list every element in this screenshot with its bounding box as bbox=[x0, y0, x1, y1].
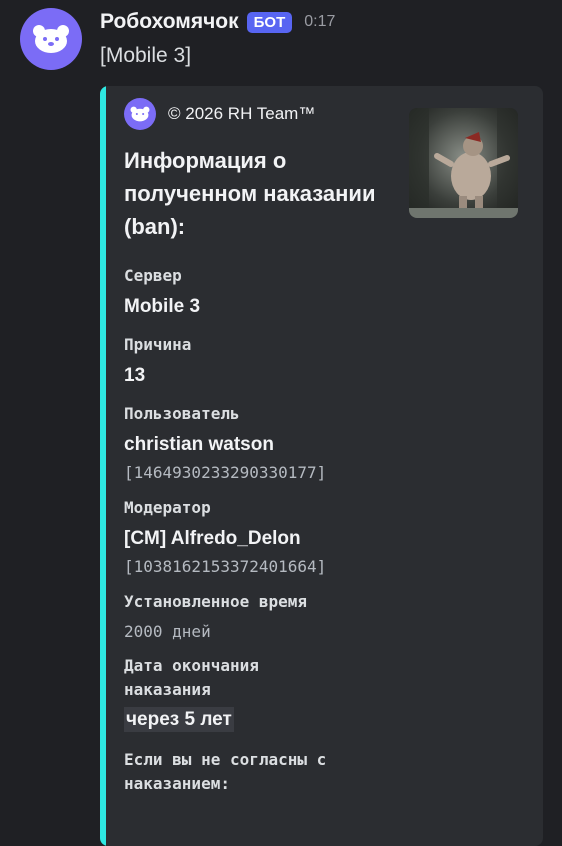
embed-title: Информация о полученном наказании (ban): bbox=[124, 148, 376, 239]
field-disagree-line2: наказанием: bbox=[124, 774, 230, 793]
embed-thumbnail[interactable] bbox=[409, 108, 518, 218]
hamster-icon bbox=[33, 25, 69, 53]
embed-card: © 2026 RH Team™ Информация о полученном … bbox=[100, 86, 543, 846]
field-duration-value: 2000 дней bbox=[124, 622, 211, 641]
bot-avatar[interactable] bbox=[20, 8, 82, 70]
field-moderator-id: [1038162153372401664] bbox=[124, 557, 327, 576]
field-user-label: Пользователь bbox=[124, 404, 240, 423]
embed-author-avatar bbox=[124, 98, 156, 130]
field-server-label: Сервер bbox=[124, 266, 182, 285]
embed-accent-bar bbox=[100, 86, 106, 846]
timestamp: 0:17 bbox=[304, 13, 336, 30]
field-end-value-text: через 5 лет bbox=[124, 707, 234, 732]
author-name[interactable]: Робохомячок bbox=[100, 10, 239, 34]
message-text: [Mobile 3] bbox=[100, 44, 192, 67]
embed-author: © 2026 RH Team™ bbox=[124, 98, 315, 130]
field-server-value: Mobile 3 bbox=[124, 296, 201, 317]
field-end-value: через 5 лет bbox=[124, 707, 234, 732]
field-reason-value: 13 bbox=[124, 365, 146, 386]
hamster-icon bbox=[130, 106, 150, 122]
field-reason-label: Причина bbox=[124, 335, 192, 354]
bot-badge: БОТ bbox=[246, 11, 293, 33]
thumbnail-image bbox=[409, 108, 518, 218]
field-duration-label: Установленное время bbox=[124, 592, 308, 611]
message-header: Робохомячок БОТ 0:17 bbox=[100, 10, 335, 34]
field-end-label-line2: наказания bbox=[124, 680, 211, 699]
field-user-name[interactable]: christian watson bbox=[124, 434, 274, 456]
field-end-label-line1: Дата окончания bbox=[124, 656, 259, 675]
embed-author-name: © 2026 RH Team™ bbox=[168, 104, 316, 123]
field-moderator-name[interactable]: [CM] Alfredo_Delon bbox=[124, 528, 301, 550]
field-user-id: [1464930233290330177] bbox=[124, 463, 327, 482]
field-disagree-line1: Если вы не согласны с bbox=[124, 750, 327, 769]
field-moderator-label: Модератор bbox=[124, 498, 211, 517]
